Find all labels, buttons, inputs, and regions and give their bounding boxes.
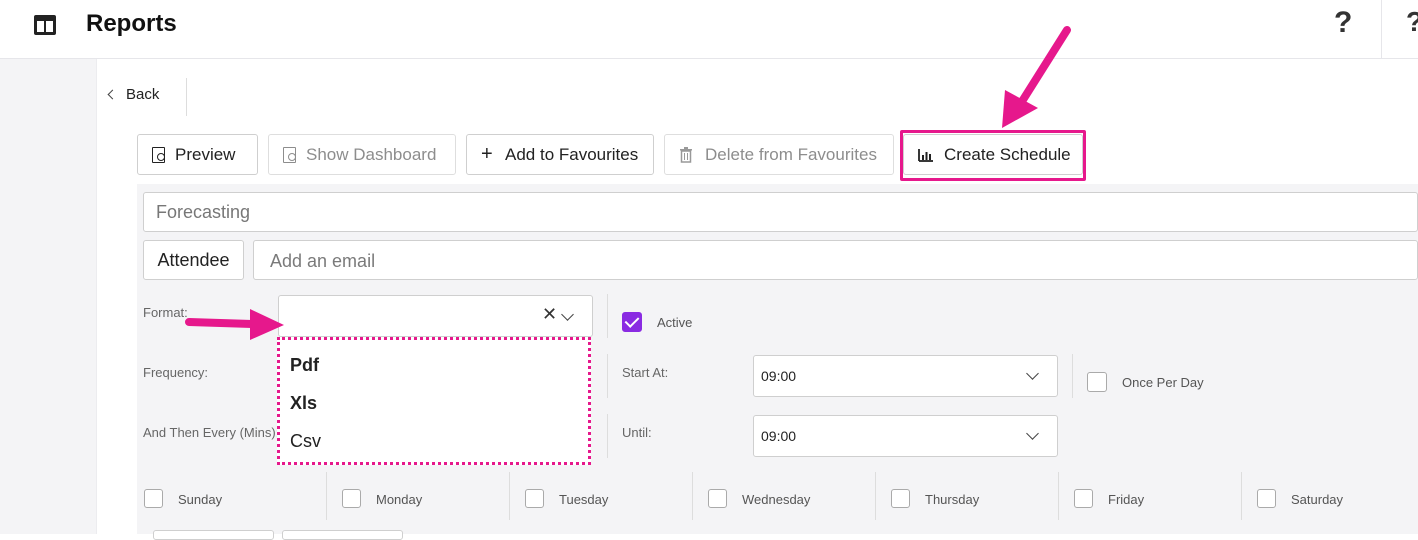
back-label: Back (126, 86, 160, 103)
start-at-label: Start At: (622, 365, 669, 380)
format-option-csv[interactable]: Csv (290, 431, 321, 452)
day-checkbox-monday[interactable] (342, 489, 361, 508)
day-checkbox-thursday[interactable] (891, 489, 910, 508)
show-dashboard-label: Show Dashboard (306, 144, 437, 164)
start-at-value: 09:00 (761, 368, 797, 384)
chevron-down-icon (1026, 367, 1039, 380)
day-divider (692, 472, 693, 520)
page-title: Reports (86, 10, 177, 37)
create-schedule-highlight (900, 130, 1086, 181)
day-label-thursday: Thursday (925, 492, 980, 507)
then-every-label: And Then Every (Mins): (143, 425, 280, 440)
row-divider (607, 294, 608, 338)
until-select[interactable]: 09:00 (753, 415, 1058, 457)
active-checkbox[interactable] (622, 312, 642, 332)
day-checkbox-saturday[interactable] (1257, 489, 1276, 508)
chevron-down-icon (1026, 427, 1039, 440)
day-label-tuesday: Tuesday (559, 492, 609, 507)
preview-doc-icon (152, 146, 165, 163)
show-dashboard-button[interactable]: Show Dashboard (268, 134, 456, 175)
day-checkbox-sunday[interactable] (144, 489, 163, 508)
day-divider (509, 472, 510, 520)
day-divider (326, 472, 327, 520)
add-favourites-label: Add to Favourites (505, 144, 639, 164)
once-per-day-checkbox[interactable] (1087, 372, 1107, 392)
delete-from-favourites-button[interactable]: Delete from Favourites (664, 134, 894, 175)
row-divider (607, 354, 608, 398)
day-label-monday: Monday (376, 492, 423, 507)
frequency-label: Frequency: (143, 365, 209, 380)
bottom-button-partial[interactable] (153, 530, 274, 540)
once-per-day-label: Once Per Day (1122, 375, 1204, 390)
day-checkbox-tuesday[interactable] (525, 489, 544, 508)
report-name-field[interactable]: Forecasting (143, 192, 1418, 232)
back-divider (186, 78, 187, 116)
bottom-button-partial[interactable] (282, 530, 403, 540)
email-input[interactable]: Add an email (253, 240, 1418, 280)
day-label-saturday: Saturday (1291, 492, 1344, 507)
preview-label: Preview (175, 144, 236, 164)
format-option-pdf[interactable]: Pdf (290, 355, 319, 376)
trash-icon (679, 146, 695, 163)
day-checkbox-wednesday[interactable] (708, 489, 727, 508)
day-divider (1241, 472, 1242, 520)
day-divider (1058, 472, 1059, 520)
until-label: Until: (622, 425, 652, 440)
clear-icon[interactable]: ✕ (542, 304, 557, 325)
delete-favourites-label: Delete from Favourites (705, 144, 877, 164)
help-icon[interactable]: ? (1334, 6, 1352, 40)
chevron-left-icon (107, 89, 118, 100)
row-divider (1072, 354, 1073, 398)
top-bar-divider (1381, 0, 1382, 58)
format-option-xls[interactable]: Xls (290, 393, 317, 414)
day-divider (875, 472, 876, 520)
back-link[interactable]: Back (107, 86, 160, 103)
dashboard-doc-icon (283, 146, 296, 163)
day-checkbox-friday[interactable] (1074, 489, 1093, 508)
active-label: Active (657, 315, 693, 330)
day-label-wednesday: Wednesday (742, 492, 811, 507)
start-at-select[interactable]: 09:00 (753, 355, 1058, 397)
reports-app-icon[interactable] (34, 15, 56, 35)
preview-button[interactable]: Preview (137, 134, 258, 175)
top-bar (0, 0, 1418, 59)
plus-icon: + (481, 143, 493, 165)
report-name-value: Forecasting (156, 202, 251, 222)
until-value: 09:00 (761, 428, 797, 444)
email-placeholder: Add an email (270, 251, 376, 271)
attendee-button[interactable]: Attendee (143, 240, 244, 280)
day-label-sunday: Sunday (178, 492, 223, 507)
format-dropdown: Pdf Xls Csv (277, 337, 591, 465)
secondary-help-icon[interactable]: ? (1406, 6, 1418, 38)
left-gutter (0, 59, 96, 534)
format-label: Format: (143, 305, 188, 320)
row-divider (607, 414, 608, 458)
day-label-friday: Friday (1108, 492, 1145, 507)
add-to-favourites-button[interactable]: + Add to Favourites (466, 134, 654, 175)
left-gutter-divider (96, 59, 97, 534)
